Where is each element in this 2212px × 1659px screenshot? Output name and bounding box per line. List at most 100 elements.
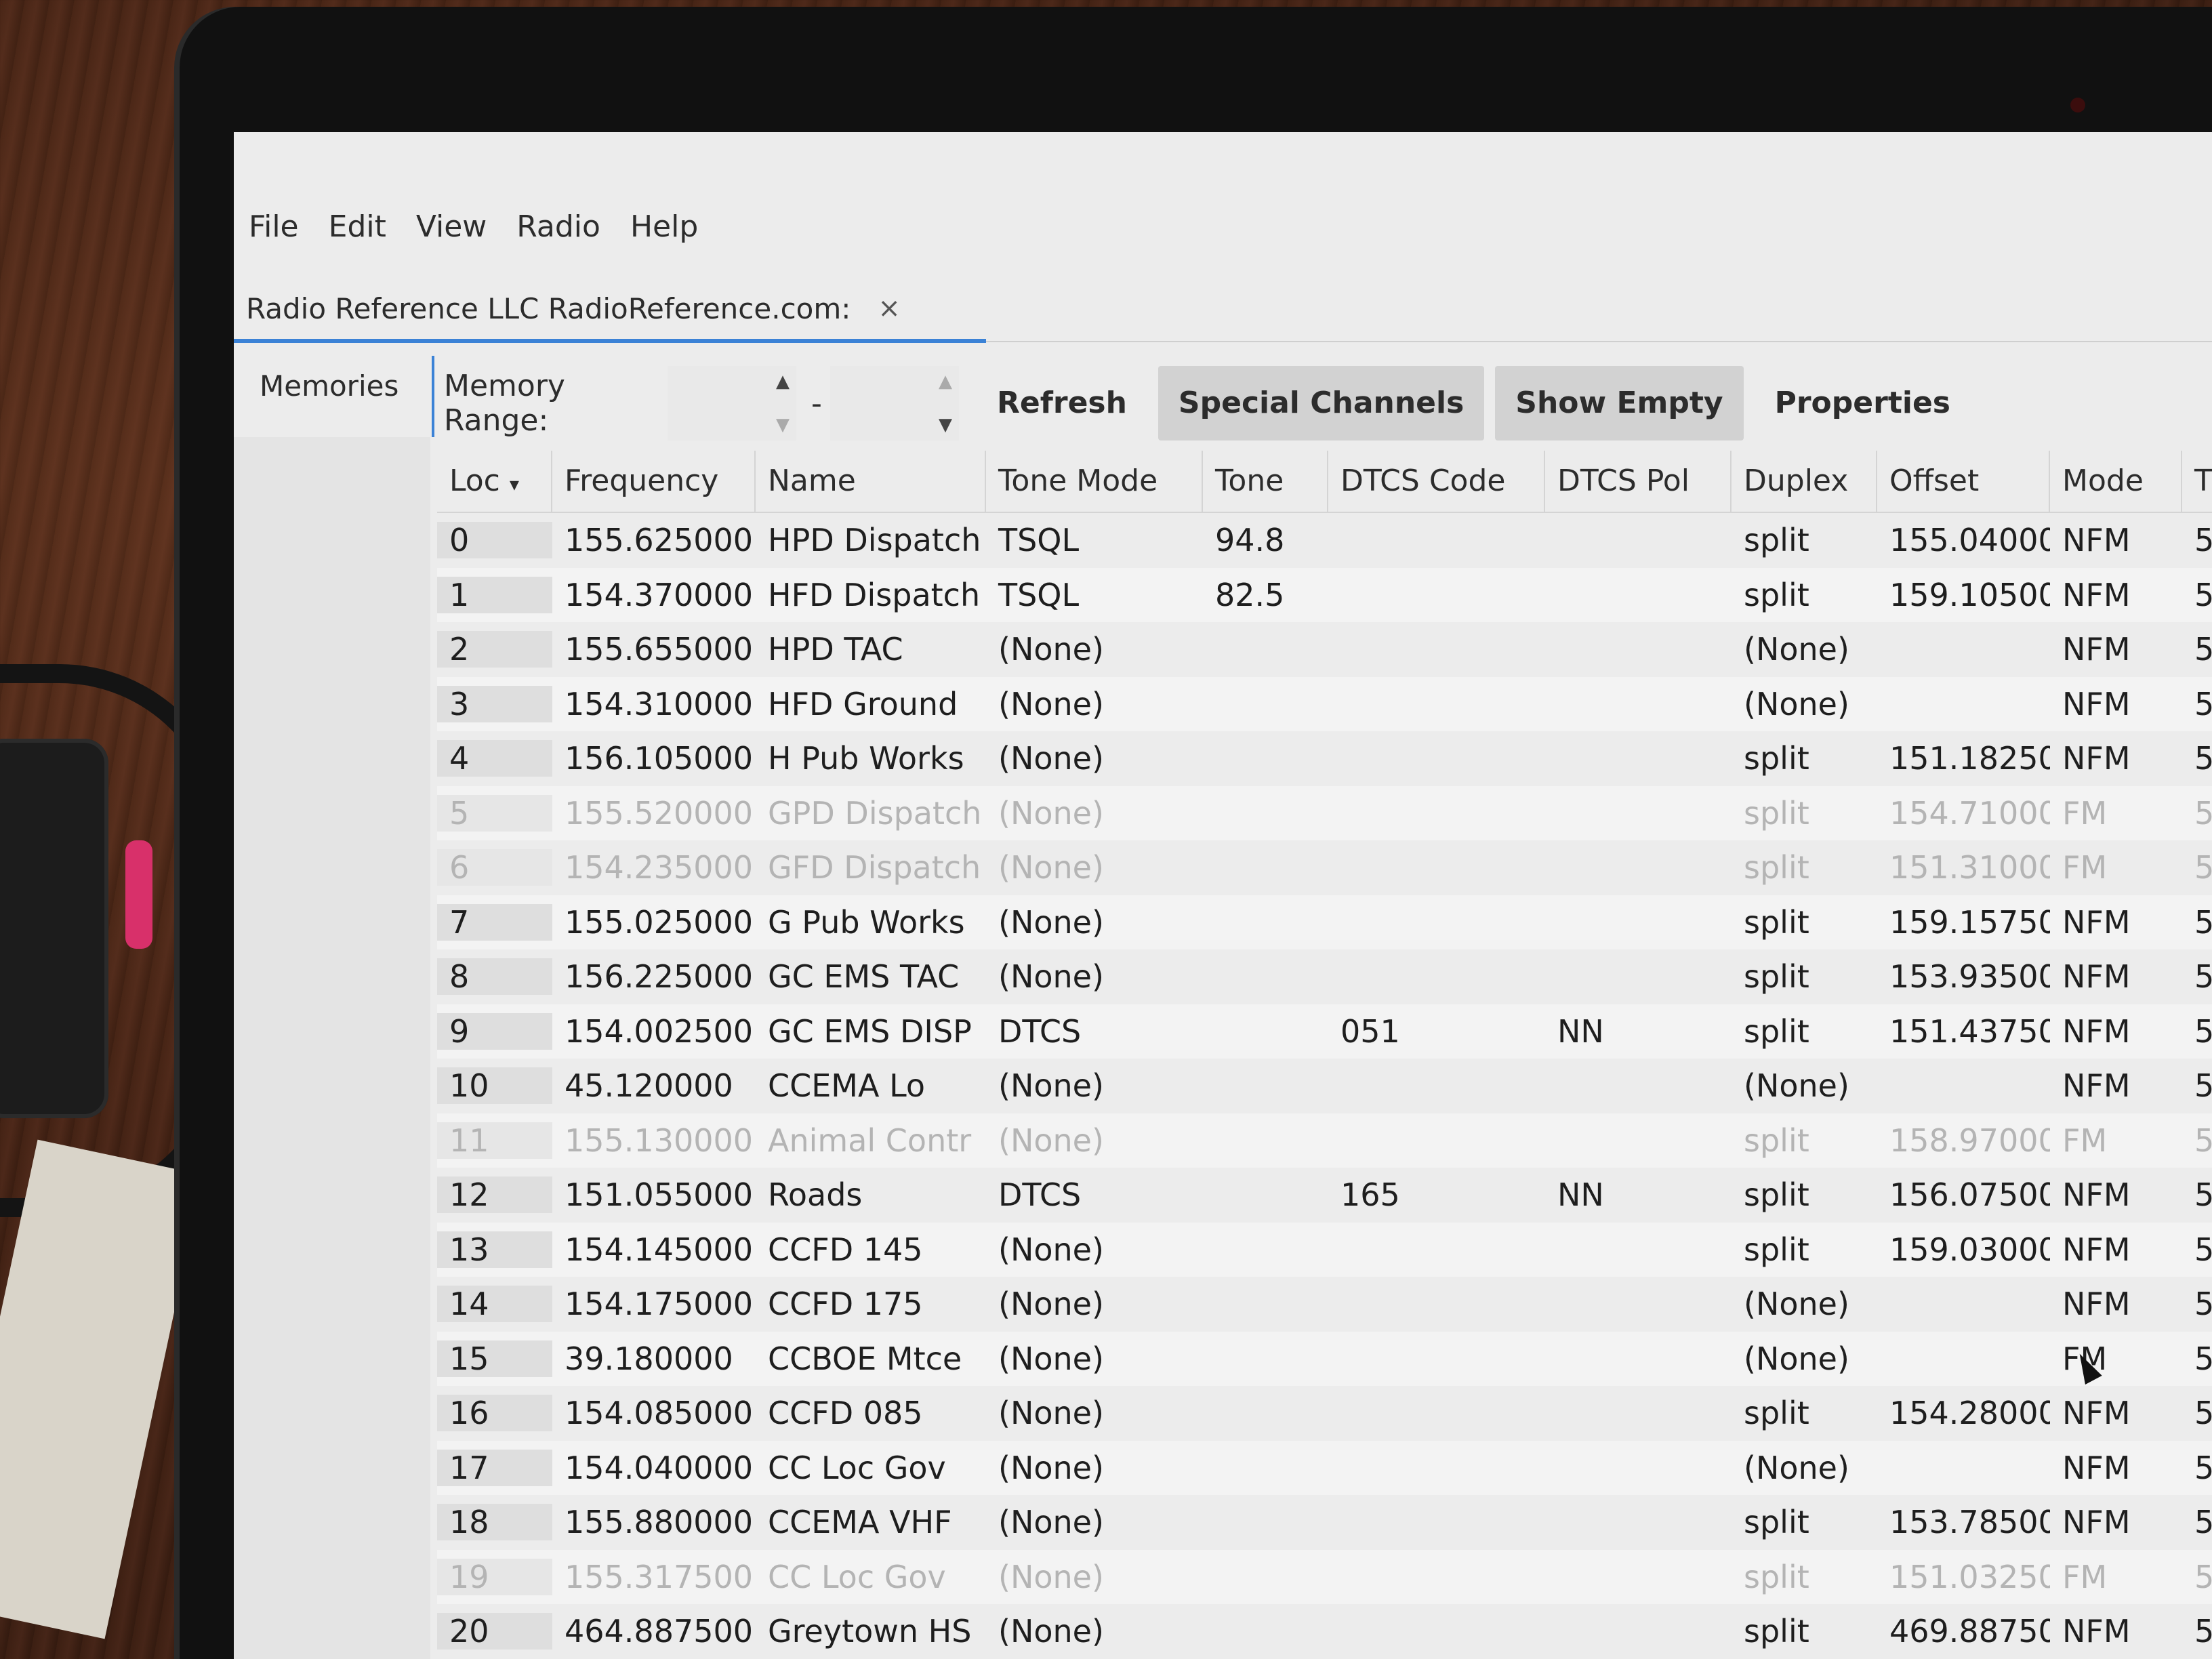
cell-tone[interactable]: 94.8 [1203, 522, 1328, 558]
menu-radio[interactable]: Radio [501, 200, 615, 254]
cell-frequency[interactable]: 155.625000 [552, 522, 756, 558]
cell-mode[interactable]: NFM [2050, 1450, 2182, 1486]
cell-mode[interactable]: NFM [2050, 1286, 2182, 1322]
cell-offset[interactable]: 151.310000 [1877, 849, 2050, 886]
cell-frequency[interactable]: 156.105000 [552, 740, 756, 777]
cell-tone-mode[interactable]: (None) [986, 1067, 1203, 1104]
cell-frequency[interactable]: 464.887500 [552, 1613, 756, 1650]
cell-duplex[interactable]: (None) [1732, 686, 1877, 722]
cell-duplex[interactable]: split [1732, 1013, 1877, 1050]
cell-t[interactable]: 5 [2182, 1613, 2212, 1650]
cell-tone-mode[interactable]: (None) [986, 1504, 1203, 1540]
cell-frequency[interactable]: 151.055000 [552, 1176, 756, 1213]
cell-frequency[interactable]: 154.175000 [552, 1286, 756, 1322]
cell-t[interactable]: 5 [2182, 1504, 2212, 1540]
cell-name[interactable]: G Pub Works [756, 904, 986, 941]
cell-mode[interactable]: NFM [2050, 1231, 2182, 1268]
cell-loc[interactable]: 9 [437, 1012, 552, 1050]
cell-tone-mode[interactable]: TSQL [986, 522, 1203, 558]
table-row[interactable]: 4 156.105000 H Pub Works (None) split 151.182… [437, 731, 2212, 786]
cell-frequency[interactable]: 155.520000 [552, 795, 756, 832]
cell-mode[interactable]: FM [2050, 795, 2182, 832]
cell-mode[interactable]: NFM [2050, 522, 2182, 558]
cell-loc[interactable]: 5 [437, 794, 552, 832]
cell-name[interactable]: CCEMA Lo [756, 1067, 986, 1104]
table-row[interactable]: 20 464.887500 Greytown HS (None) split 469.88… [437, 1604, 2212, 1659]
cell-duplex[interactable]: split [1732, 904, 1877, 941]
cell-name[interactable]: CCFD 145 [756, 1231, 986, 1268]
spin-up-icon[interactable]: ▲ [776, 371, 790, 392]
cell-tone-mode[interactable]: (None) [986, 1450, 1203, 1486]
cell-tone-mode[interactable]: TSQL [986, 577, 1203, 613]
cell-frequency[interactable]: 154.145000 [552, 1231, 756, 1268]
cell-loc[interactable]: 12 [437, 1176, 552, 1214]
cell-loc[interactable]: 7 [437, 903, 552, 941]
cell-name[interactable]: GFD Dispatch [756, 849, 986, 886]
table-row[interactable]: 7 155.025000 G Pub Works (None) split 159.157… [437, 895, 2212, 949]
cell-t[interactable]: 5 [2182, 849, 2212, 886]
cell-frequency[interactable]: 154.235000 [552, 849, 756, 886]
cell-mode[interactable]: NFM [2050, 958, 2182, 995]
column-header-offset[interactable]: Offset [1877, 451, 2050, 512]
cell-t[interactable]: 5 [2182, 904, 2212, 941]
cell-t[interactable]: 5 [2182, 1340, 2212, 1377]
cell-name[interactable]: HFD Ground [756, 686, 986, 722]
cell-duplex[interactable]: split [1732, 1613, 1877, 1650]
menu-file[interactable]: File [234, 200, 314, 254]
cell-t[interactable]: 5 [2182, 631, 2212, 668]
cell-offset[interactable]: 159.105000 [1877, 577, 2050, 613]
column-header-tone[interactable]: Tone [1203, 451, 1328, 512]
column-header-tone-mode[interactable]: Tone Mode [986, 451, 1203, 512]
properties-button[interactable]: Properties [1755, 366, 1971, 441]
table-row[interactable]: 12 151.055000 Roads DTCS 165 NN split 156.07500… [437, 1168, 2212, 1223]
cell-duplex[interactable]: split [1732, 1395, 1877, 1431]
cell-offset[interactable]: 151.032500 [1877, 1559, 2050, 1595]
cell-frequency[interactable]: 154.370000 [552, 577, 756, 613]
cell-frequency[interactable]: 155.317500 [552, 1559, 756, 1595]
cell-duplex[interactable]: (None) [1732, 1286, 1877, 1322]
cell-name[interactable]: Greytown HS [756, 1613, 986, 1650]
cell-loc[interactable]: 15 [437, 1340, 552, 1377]
cell-frequency[interactable]: 45.120000 [552, 1067, 756, 1104]
cell-loc[interactable]: 20 [437, 1613, 552, 1650]
cell-tone-mode[interactable]: (None) [986, 686, 1203, 722]
cell-offset[interactable]: 156.075000 [1877, 1176, 2050, 1213]
cell-t[interactable]: 5 [2182, 1286, 2212, 1322]
cell-frequency[interactable]: 154.085000 [552, 1395, 756, 1431]
cell-tone-mode[interactable]: (None) [986, 1559, 1203, 1595]
cell-frequency[interactable]: 155.130000 [552, 1122, 756, 1159]
menu-view[interactable]: View [401, 200, 501, 254]
cell-mode[interactable]: NFM [2050, 686, 2182, 722]
cell-duplex[interactable]: split [1732, 795, 1877, 832]
cell-tone-mode[interactable]: (None) [986, 1231, 1203, 1268]
cell-loc[interactable]: 4 [437, 740, 552, 777]
refresh-button[interactable]: Refresh [977, 366, 1147, 441]
cell-mode[interactable]: NFM [2050, 577, 2182, 613]
cell-offset[interactable]: 154.710000 [1877, 795, 2050, 832]
cell-name[interactable]: CC Loc Gov [756, 1559, 986, 1595]
column-header-frequency[interactable]: Frequency [552, 451, 756, 512]
show-empty-toggle[interactable]: Show Empty [1495, 366, 1744, 441]
column-header-mode[interactable]: Mode [2050, 451, 2182, 512]
cell-name[interactable]: HPD Dispatch [756, 522, 986, 558]
table-row[interactable]: 0 155.625000 HPD Dispatch TSQL 94.8 split 155.… [437, 513, 2212, 568]
cell-duplex[interactable]: split [1732, 849, 1877, 886]
cell-duplex[interactable]: (None) [1732, 1340, 1877, 1377]
cell-frequency[interactable]: 155.025000 [552, 904, 756, 941]
cell-tone-mode[interactable]: (None) [986, 740, 1203, 777]
cell-name[interactable]: Roads [756, 1176, 986, 1213]
cell-loc[interactable]: 8 [437, 958, 552, 996]
special-channels-toggle[interactable]: Special Channels [1158, 366, 1485, 441]
cell-frequency[interactable]: 39.180000 [552, 1340, 756, 1377]
table-row[interactable]: 10 45.120000 CCEMA Lo (None) (None) NFM 5 [437, 1059, 2212, 1113]
cell-t[interactable]: 5 [2182, 1176, 2212, 1213]
cell-tone-mode[interactable]: (None) [986, 1613, 1203, 1650]
cell-mode[interactable]: NFM [2050, 1504, 2182, 1540]
cell-tone-mode[interactable]: (None) [986, 631, 1203, 668]
cell-mode[interactable]: NFM [2050, 740, 2182, 777]
column-header-name[interactable]: Name [756, 451, 986, 512]
cell-frequency[interactable]: 155.655000 [552, 631, 756, 668]
cell-loc[interactable]: 2 [437, 631, 552, 668]
column-header-dtcs-pol[interactable]: DTCS Pol [1545, 451, 1732, 512]
cell-t[interactable]: 5 [2182, 795, 2212, 832]
